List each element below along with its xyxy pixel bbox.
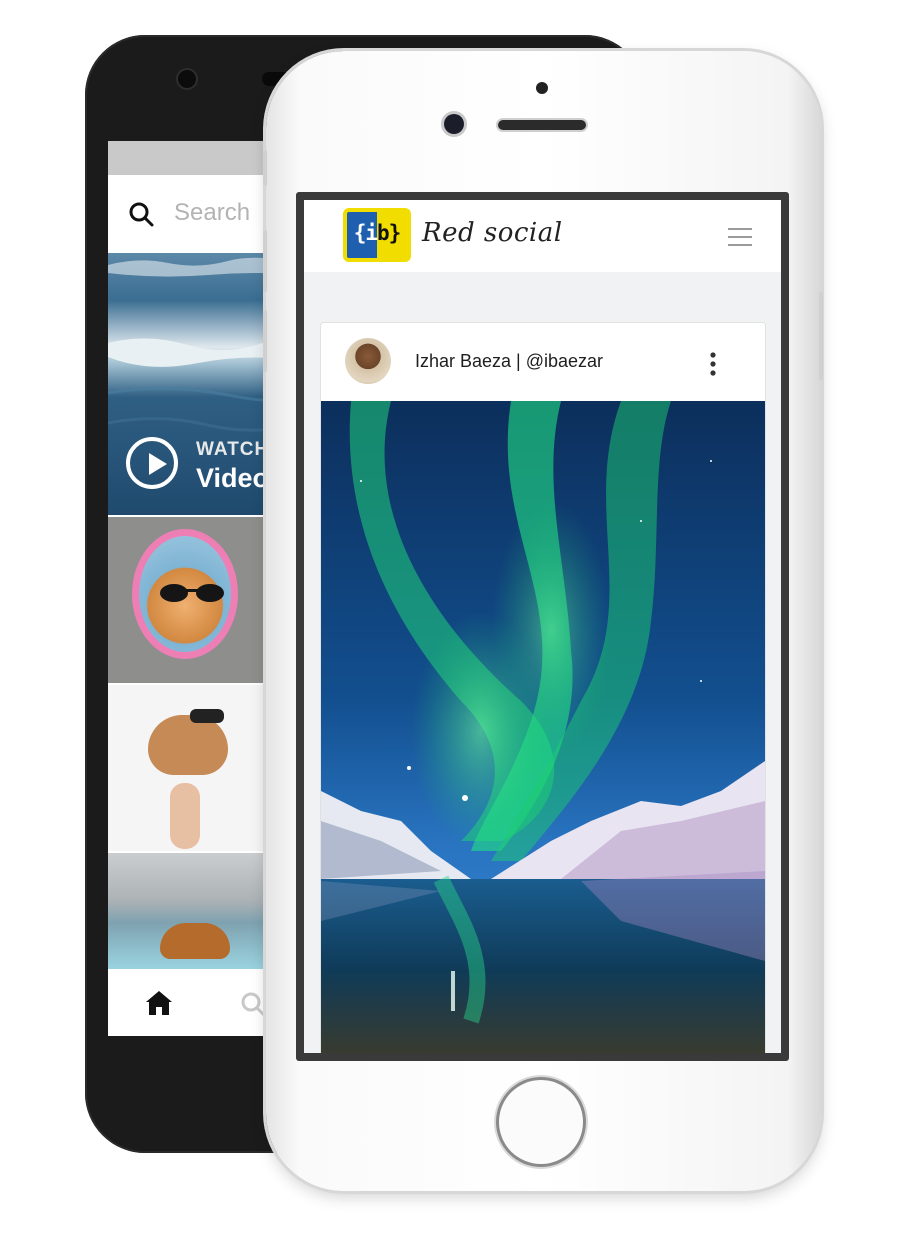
mute-switch bbox=[263, 150, 267, 186]
watch-label: WATCH bbox=[196, 439, 270, 460]
power-button bbox=[819, 292, 823, 380]
volume-down-button bbox=[263, 310, 267, 372]
more-vertical-icon[interactable] bbox=[709, 351, 717, 377]
app-brand-name: Red social bbox=[422, 218, 563, 248]
search-placeholder[interactable]: Search bbox=[174, 199, 250, 227]
play-icon[interactable] bbox=[126, 437, 178, 489]
app-header: {ib} Red social bbox=[304, 200, 781, 272]
avatar[interactable] bbox=[345, 338, 391, 384]
video-label: Video bbox=[196, 463, 270, 493]
app-logo[interactable]: {ib} bbox=[343, 208, 411, 262]
sunglasses-image bbox=[160, 584, 224, 602]
earpiece-speaker bbox=[498, 120, 586, 130]
post-image[interactable] bbox=[321, 401, 765, 1053]
proximity-sensor bbox=[536, 82, 548, 94]
hand-image bbox=[170, 783, 200, 849]
back-phone-camera bbox=[178, 70, 196, 88]
search-icon[interactable] bbox=[240, 991, 266, 1017]
post-author[interactable]: Izhar Baeza | @ibaezar bbox=[415, 351, 603, 372]
hamburger-menu-icon[interactable] bbox=[728, 228, 752, 246]
front-phone-screen: {ib} Red social Izhar Baeza | @ibaezar bbox=[304, 200, 781, 1053]
front-camera bbox=[444, 114, 464, 134]
home-button[interactable] bbox=[499, 1080, 583, 1164]
post-card: Izhar Baeza | @ibaezar bbox=[320, 322, 766, 1053]
logo-text-left: {i bbox=[353, 221, 378, 245]
dog-image bbox=[148, 715, 228, 775]
dog-hat-image bbox=[190, 709, 224, 723]
volume-up-button bbox=[263, 230, 267, 292]
search-icon[interactable] bbox=[128, 201, 154, 227]
home-icon[interactable] bbox=[144, 989, 174, 1017]
post-header: Izhar Baeza | @ibaezar bbox=[321, 323, 765, 401]
burger-image bbox=[160, 923, 230, 959]
logo-text-right: b} bbox=[377, 221, 401, 245]
